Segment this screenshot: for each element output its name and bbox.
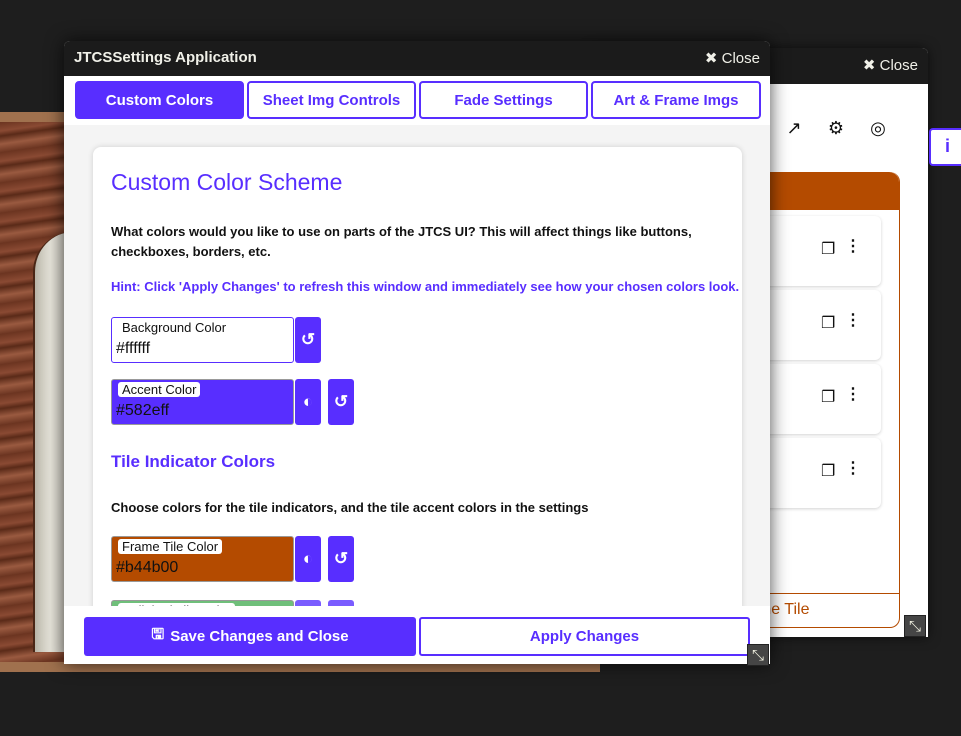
eye-slash-icon[interactable]: ◎	[868, 118, 888, 139]
section-hint: Hint: Click 'Apply Changes' to refresh t…	[111, 279, 740, 294]
copy-icon[interactable]: ❐	[821, 387, 835, 407]
jtcs-settings-titlebar[interactable]: JTCSSettings Application ✖ Close	[64, 41, 770, 76]
section-description: What colors would you like to use on par…	[111, 224, 692, 259]
tab-art-frame-imgs[interactable]: Art & Frame Imgs	[591, 81, 761, 119]
contrast-frame-tile-color-button[interactable]: ◐	[295, 536, 321, 582]
info-tab[interactable]: i	[929, 128, 961, 166]
external-link-icon[interactable]: ↗	[784, 118, 804, 139]
jtcs-settings-window: JTCSSettings Application ✖ Close Custom …	[64, 41, 770, 664]
close-label: Close	[879, 57, 918, 74]
field-value: #582eff	[116, 402, 170, 419]
close-button[interactable]: ✖ Close	[705, 49, 760, 67]
section-heading: Custom Color Scheme	[111, 169, 343, 195]
background-color-input[interactable]: Background Color #ffffff	[111, 317, 294, 363]
more-vertical-icon[interactable]: ⋮	[845, 384, 861, 404]
undo-icon: ↺	[333, 549, 349, 568]
reset-frame-tile-color-button[interactable]: ↺	[328, 536, 354, 582]
more-vertical-icon[interactable]: ⋮	[845, 458, 861, 478]
undo-icon: ↺	[333, 392, 349, 411]
reset-background-color-button[interactable]: ↺	[295, 317, 321, 363]
tab-sheet-img-controls[interactable]: Sheet Img Controls	[247, 81, 416, 119]
copy-icon[interactable]: ❐	[821, 313, 835, 333]
gear-icon[interactable]: ⚙	[826, 118, 846, 139]
copy-icon[interactable]: ❐	[821, 461, 835, 481]
custom-colors-card: Custom Color Scheme What colors would yo…	[93, 147, 742, 606]
close-icon: ✖	[862, 57, 876, 74]
floppy-disk-icon: 🖫	[151, 626, 165, 643]
contrast-icon: ◐	[302, 549, 314, 568]
field-value: #b44b00	[116, 559, 179, 576]
tab-fade-settings[interactable]: Fade Settings	[419, 81, 588, 119]
slideshow-toolbar: ↗ ⚙ ◎	[784, 118, 888, 139]
resize-handle[interactable]: ⤡	[747, 644, 769, 666]
frame-tile-color-input[interactable]: Frame Tile Color #b44b00	[111, 536, 294, 582]
field-value: #ffffff	[116, 340, 151, 357]
contrast-icon: ◐	[302, 392, 314, 411]
field-label: Frame Tile Color	[118, 539, 223, 554]
more-vertical-icon[interactable]: ⋮	[845, 310, 861, 330]
tile-indicator-description: Choose colors for the tile indicators, a…	[111, 500, 589, 515]
field-label: Background Color	[118, 320, 231, 335]
undo-icon: ↺	[300, 330, 316, 349]
close-icon: ✖	[704, 50, 718, 67]
window-title: JTCSSettings Application	[74, 49, 257, 66]
close-label: Close	[721, 50, 760, 67]
settings-footer: 🖫 Save Changes and Close Apply Changes	[64, 606, 770, 664]
save-and-close-button[interactable]: 🖫 Save Changes and Close	[84, 617, 416, 656]
resize-handle[interactable]: ⤡	[904, 615, 926, 637]
close-button[interactable]: ✖ Close	[863, 56, 918, 74]
copy-icon[interactable]: ❐	[821, 239, 835, 259]
save-label: Save Changes and Close	[170, 628, 349, 645]
info-icon: i	[945, 136, 951, 156]
field-label: Accent Color	[118, 382, 201, 397]
contrast-accent-color-button[interactable]: ◐	[295, 379, 321, 425]
apply-changes-button[interactable]: Apply Changes	[419, 617, 750, 656]
reset-accent-color-button[interactable]: ↺	[328, 379, 354, 425]
tile-indicator-heading: Tile Indicator Colors	[111, 452, 276, 471]
more-vertical-icon[interactable]: ⋮	[845, 236, 861, 256]
settings-scroll-area[interactable]: Custom Color Scheme What colors would yo…	[64, 125, 770, 606]
settings-tabs: Custom Colors Sheet Img Controls Fade Se…	[75, 81, 761, 119]
accent-color-input[interactable]: Accent Color #582eff	[111, 379, 294, 425]
tab-custom-colors[interactable]: Custom Colors	[75, 81, 244, 119]
